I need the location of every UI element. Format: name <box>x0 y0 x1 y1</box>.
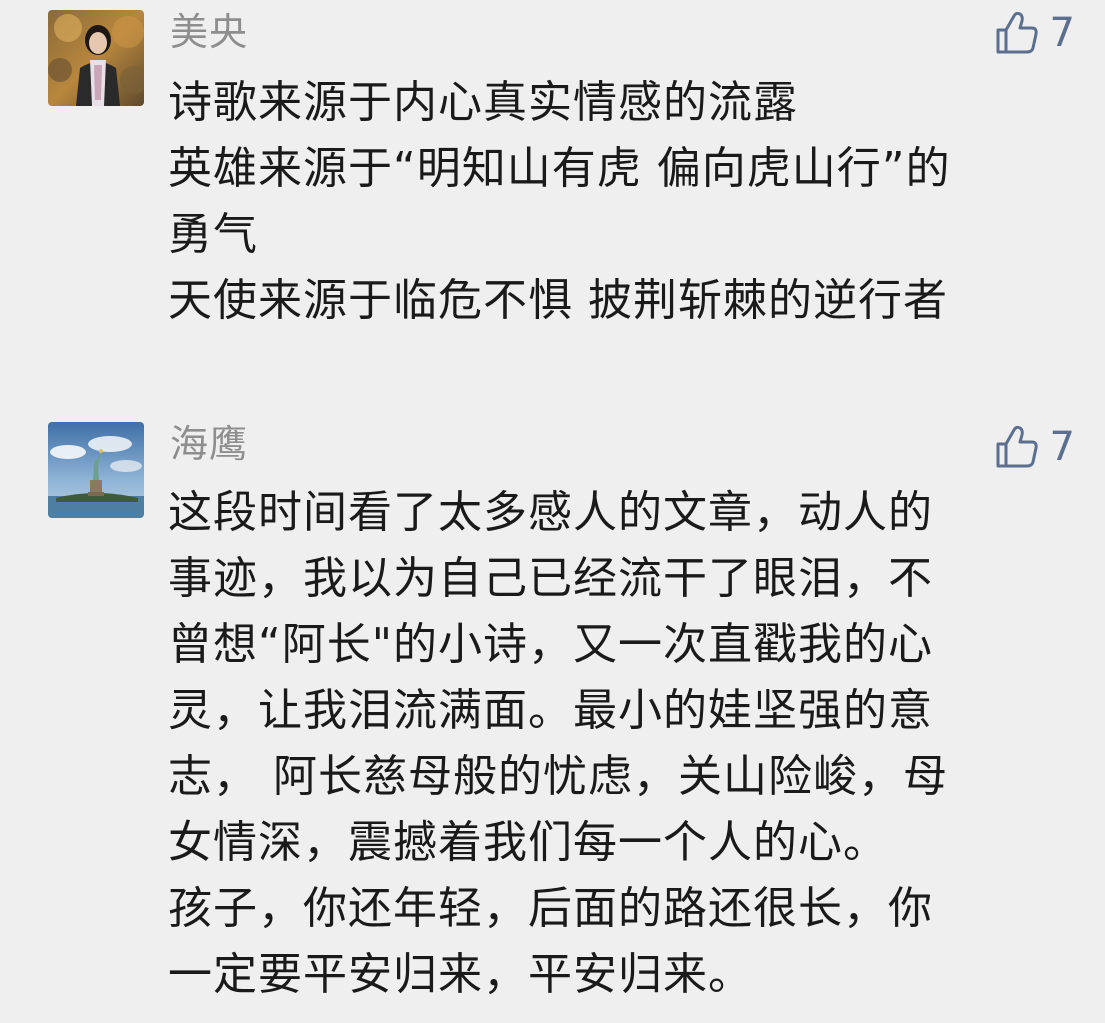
comment-line: 英雄来源于“明知山有虎 偏向虎山行”的 <box>168 143 951 194</box>
like-count: 7 <box>1049 10 1075 56</box>
comment-line: 诗歌来源于内心真实情感的流露 <box>168 77 798 128</box>
comment-line: 这段时间看了太多感人的文章，动人的 <box>168 487 933 538</box>
comment-line: 勇气 <box>168 209 258 260</box>
comment-text: 这段时间看了太多感人的文章，动人的 事迹，我以为自己已经流干了眼泪，不 曾想“阿… <box>168 480 1045 1008</box>
like-count: 7 <box>1049 424 1075 470</box>
comment-line: 事迹，我以为自己已经流干了眼泪，不 <box>168 553 933 604</box>
username[interactable]: 海鹰 <box>170 422 248 466</box>
portrait-avatar-icon <box>48 10 144 106</box>
comment-line: 曾想“阿长"的小诗，又一次直戳我的心 <box>168 619 934 670</box>
avatar[interactable] <box>48 10 144 106</box>
avatar[interactable] <box>48 422 144 518</box>
thumbs-up-icon <box>996 11 1038 54</box>
comment-line: 女情深，震撼着我们每一个人的心。 <box>168 817 888 868</box>
comment-line: 孩子，你还年轻，后面的路还很长，你 <box>168 883 933 934</box>
comment-line: 志， 阿长慈母般的忧虑，关山险峻，母 <box>168 751 948 802</box>
comment-list: 美央 7 诗歌来源于内心真实情感的流露 英雄来源于“明知山有虎 偏向虎山行”的 … <box>0 0 1105 1023</box>
username[interactable]: 美央 <box>170 10 248 54</box>
comment-line: 灵，让我泪流满面。最小的娃坚强的意 <box>168 685 933 736</box>
like-button[interactable]: 7 <box>992 422 1075 472</box>
comment-text: 诗歌来源于内心真实情感的流露 英雄来源于“明知山有虎 偏向虎山行”的 勇气 天使… <box>168 70 1045 334</box>
comment-line: 一定要平安归来，平安归来。 <box>168 949 753 1000</box>
like-button[interactable]: 7 <box>992 8 1075 58</box>
comment-line: 天使来源于临危不惧 披荆斩棘的逆行者 <box>168 275 948 326</box>
comment-item: 美央 7 诗歌来源于内心真实情感的流露 英雄来源于“明知山有虎 偏向虎山行”的 … <box>0 0 1105 360</box>
thumbs-up-icon <box>996 425 1038 468</box>
comment-item: 海鹰 7 这段时间看了太多感人的文章，动人的 事迹，我以为自己已经流干了眼泪，不… <box>0 410 1105 1023</box>
statue-of-liberty-avatar-icon <box>48 422 144 518</box>
